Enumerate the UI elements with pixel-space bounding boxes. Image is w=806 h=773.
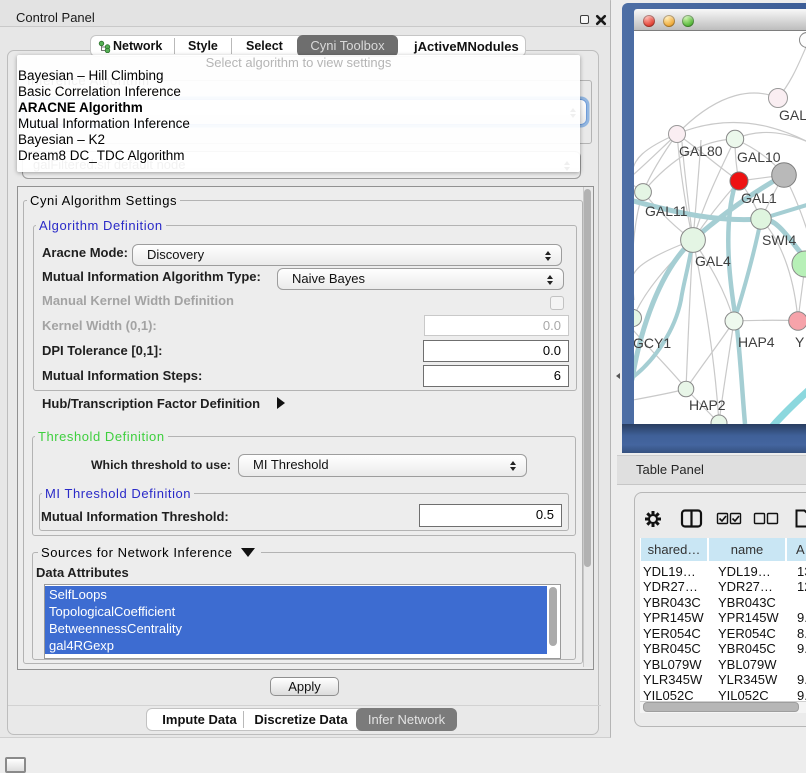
- svg-text:GAL1: GAL1: [741, 190, 777, 206]
- svg-text:GAL11: GAL11: [645, 203, 688, 219]
- svg-text:GAL10: GAL10: [737, 149, 781, 165]
- svg-text:SWI4: SWI4: [762, 232, 796, 248]
- svg-text:GAL: GAL: [779, 107, 806, 123]
- svg-text:GAL4: GAL4: [695, 253, 731, 269]
- svg-text:HAP2: HAP2: [689, 397, 726, 413]
- svg-text:HAP4: HAP4: [738, 334, 775, 350]
- svg-text:GCY1: GCY1: [634, 335, 671, 351]
- svg-text:Y: Y: [795, 334, 805, 350]
- svg-text:GAL80: GAL80: [679, 143, 723, 159]
